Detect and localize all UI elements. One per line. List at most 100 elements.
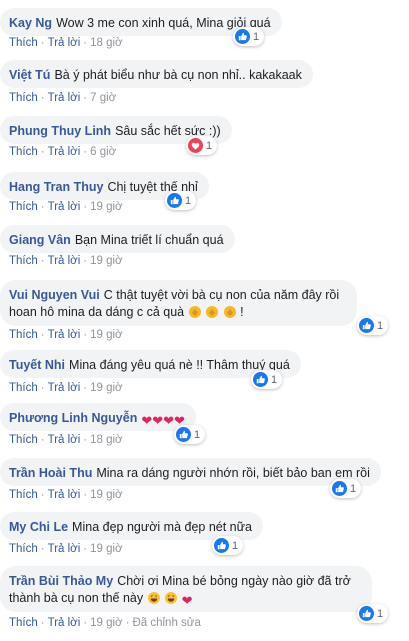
comment-author[interactable]: Hang Tran Thuy — [9, 180, 103, 194]
reaction-badge[interactable]: 1 — [330, 479, 362, 498]
separator: · — [83, 434, 88, 446]
timestamp[interactable]: 19 giờ — [90, 617, 122, 629]
timestamp[interactable]: 19 giờ — [90, 543, 122, 555]
comment-author[interactable]: Giang Vân — [9, 233, 71, 247]
clapping-hands-icon — [188, 305, 202, 324]
comment-text: Bạn Mina triết lí chuẩn quá — [74, 233, 224, 247]
separator: · — [83, 382, 88, 394]
reaction-count: 1 — [185, 194, 192, 207]
reaction-badge[interactable]: 1 — [251, 370, 283, 389]
edited-label[interactable]: Đã chỉnh sửa — [132, 617, 200, 629]
reaction-count: 1 — [194, 428, 201, 441]
like-icon — [214, 538, 229, 553]
reaction-count: 1 — [350, 482, 357, 495]
like-link[interactable]: Thích — [9, 329, 38, 341]
like-icon — [359, 318, 374, 333]
separator: · — [40, 382, 45, 394]
like-link[interactable]: Thích — [9, 543, 38, 555]
comment-actions: Thích · Trả lời · 19 giờ — [9, 329, 123, 341]
reply-link[interactable]: Trả lời — [48, 329, 81, 341]
comment-author[interactable]: Trần Bùi Thảo My — [9, 574, 113, 588]
comment-actions: Thích · Trả lời · 19 giờ — [9, 255, 123, 267]
reaction-badge[interactable]: 1 — [174, 425, 206, 444]
heart-emoji-icon: ❤ — [181, 593, 193, 608]
comment-author[interactable]: Việt Tú — [9, 68, 50, 82]
separator: · — [83, 329, 88, 341]
comment-actions: Thích · Trả lời · 19 giờ · Đã chỉnh sửa — [9, 617, 201, 629]
separator: · — [40, 255, 45, 267]
reply-link[interactable]: Trả lời — [48, 201, 81, 213]
comment-text: Mina ra dáng người nhớn rồi, biết bảo ba… — [96, 466, 370, 480]
comment-actions: Thích · Trả lời · 6 giờ — [9, 146, 116, 158]
like-link[interactable]: Thích — [9, 489, 38, 501]
comment-author[interactable]: Tuyết Nhi — [9, 358, 65, 372]
like-link[interactable]: Thích — [9, 382, 38, 394]
reply-link[interactable]: Trả lời — [48, 489, 81, 501]
comment-bubble: Trần Bùi Thảo My Chời ơi Mina bé bỏng ngà… — [0, 566, 372, 612]
comment-author[interactable]: Trần Hoài Thu — [9, 466, 92, 480]
comment-author[interactable]: My Chi Le — [9, 520, 68, 534]
timestamp[interactable]: 19 giờ — [90, 489, 122, 501]
reaction-badge[interactable]: 1 — [212, 536, 244, 555]
comment-text: Bà ý phát biểu như bà cụ non nhỉ.. kakak… — [54, 68, 302, 82]
separator: · — [40, 37, 45, 49]
reply-link[interactable]: Trả lời — [48, 255, 81, 267]
comment-actions: Thích · Trả lời · 19 giờ — [9, 489, 123, 501]
separator: · — [83, 92, 88, 104]
like-link[interactable]: Thích — [9, 146, 38, 158]
like-link[interactable]: Thích — [9, 617, 38, 629]
separator: · — [83, 255, 88, 267]
separator: · — [40, 329, 45, 341]
reply-link[interactable]: Trả lời — [48, 543, 81, 555]
reply-link[interactable]: Trả lời — [48, 37, 81, 49]
separator: · — [40, 92, 45, 104]
like-icon — [176, 427, 191, 442]
separator: · — [83, 617, 88, 629]
comment-author[interactable]: Vui Nguyen Vui — [9, 288, 100, 302]
heart-icon — [188, 138, 203, 153]
comment-author[interactable]: Phung Thuy Linh — [9, 124, 111, 138]
timestamp[interactable]: 19 giờ — [90, 255, 122, 267]
reaction-count: 1 — [206, 139, 213, 152]
comment-author[interactable]: Phương Linh Nguyễn — [9, 411, 137, 425]
comment-bubble: Giang Vân Bạn Mina triết lí chuẩn quá — [0, 225, 235, 253]
comment-author[interactable]: Kay Ng — [9, 16, 52, 30]
separator: · — [83, 37, 88, 49]
like-link[interactable]: Thích — [9, 434, 38, 446]
laughing-emoji-icon — [164, 591, 178, 610]
reply-link[interactable]: Trả lời — [48, 382, 81, 394]
reaction-badge[interactable]: 1 — [357, 316, 389, 335]
reply-link[interactable]: Trả lời — [48, 434, 81, 446]
reaction-badge[interactable]: 1 — [357, 604, 389, 623]
like-link[interactable]: Thích — [9, 92, 38, 104]
reaction-badge[interactable]: 1 — [165, 191, 197, 210]
timestamp[interactable]: 18 giờ — [90, 434, 122, 446]
clapping-hands-icon — [205, 305, 219, 324]
separator: · — [40, 617, 45, 629]
timestamp[interactable]: 6 giờ — [90, 146, 116, 158]
separator: · — [83, 543, 88, 555]
reaction-count: 1 — [232, 539, 239, 552]
separator: · — [40, 543, 45, 555]
like-link[interactable]: Thích — [9, 255, 38, 267]
like-link[interactable]: Thích — [9, 37, 38, 49]
like-link[interactable]: Thích — [9, 201, 38, 213]
reaction-badge[interactable]: 1 — [233, 27, 265, 46]
separator: · — [83, 201, 88, 213]
reply-link[interactable]: Trả lời — [48, 617, 81, 629]
separator: · — [40, 434, 45, 446]
clapping-hands-icon — [223, 305, 237, 324]
timestamp[interactable]: 18 giờ — [90, 37, 122, 49]
comment-text: Mina đẹp người mà đẹp nét nữa — [72, 520, 252, 534]
reply-link[interactable]: Trả lời — [48, 146, 81, 158]
timestamp[interactable]: 7 giờ — [90, 92, 116, 104]
reply-link[interactable]: Trả lời — [48, 92, 81, 104]
reaction-badge[interactable]: 1 — [186, 136, 218, 155]
reaction-count: 1 — [377, 607, 384, 620]
timestamp[interactable]: 19 giờ — [90, 201, 122, 213]
comment-bubble: Trần Hoài Thu Mina ra dáng người nhớn rồi… — [0, 458, 381, 486]
separator: · — [83, 489, 88, 501]
timestamp[interactable]: 19 giờ — [90, 382, 122, 394]
laughing-emoji-icon — [147, 591, 161, 610]
timestamp[interactable]: 19 giờ — [90, 329, 122, 341]
